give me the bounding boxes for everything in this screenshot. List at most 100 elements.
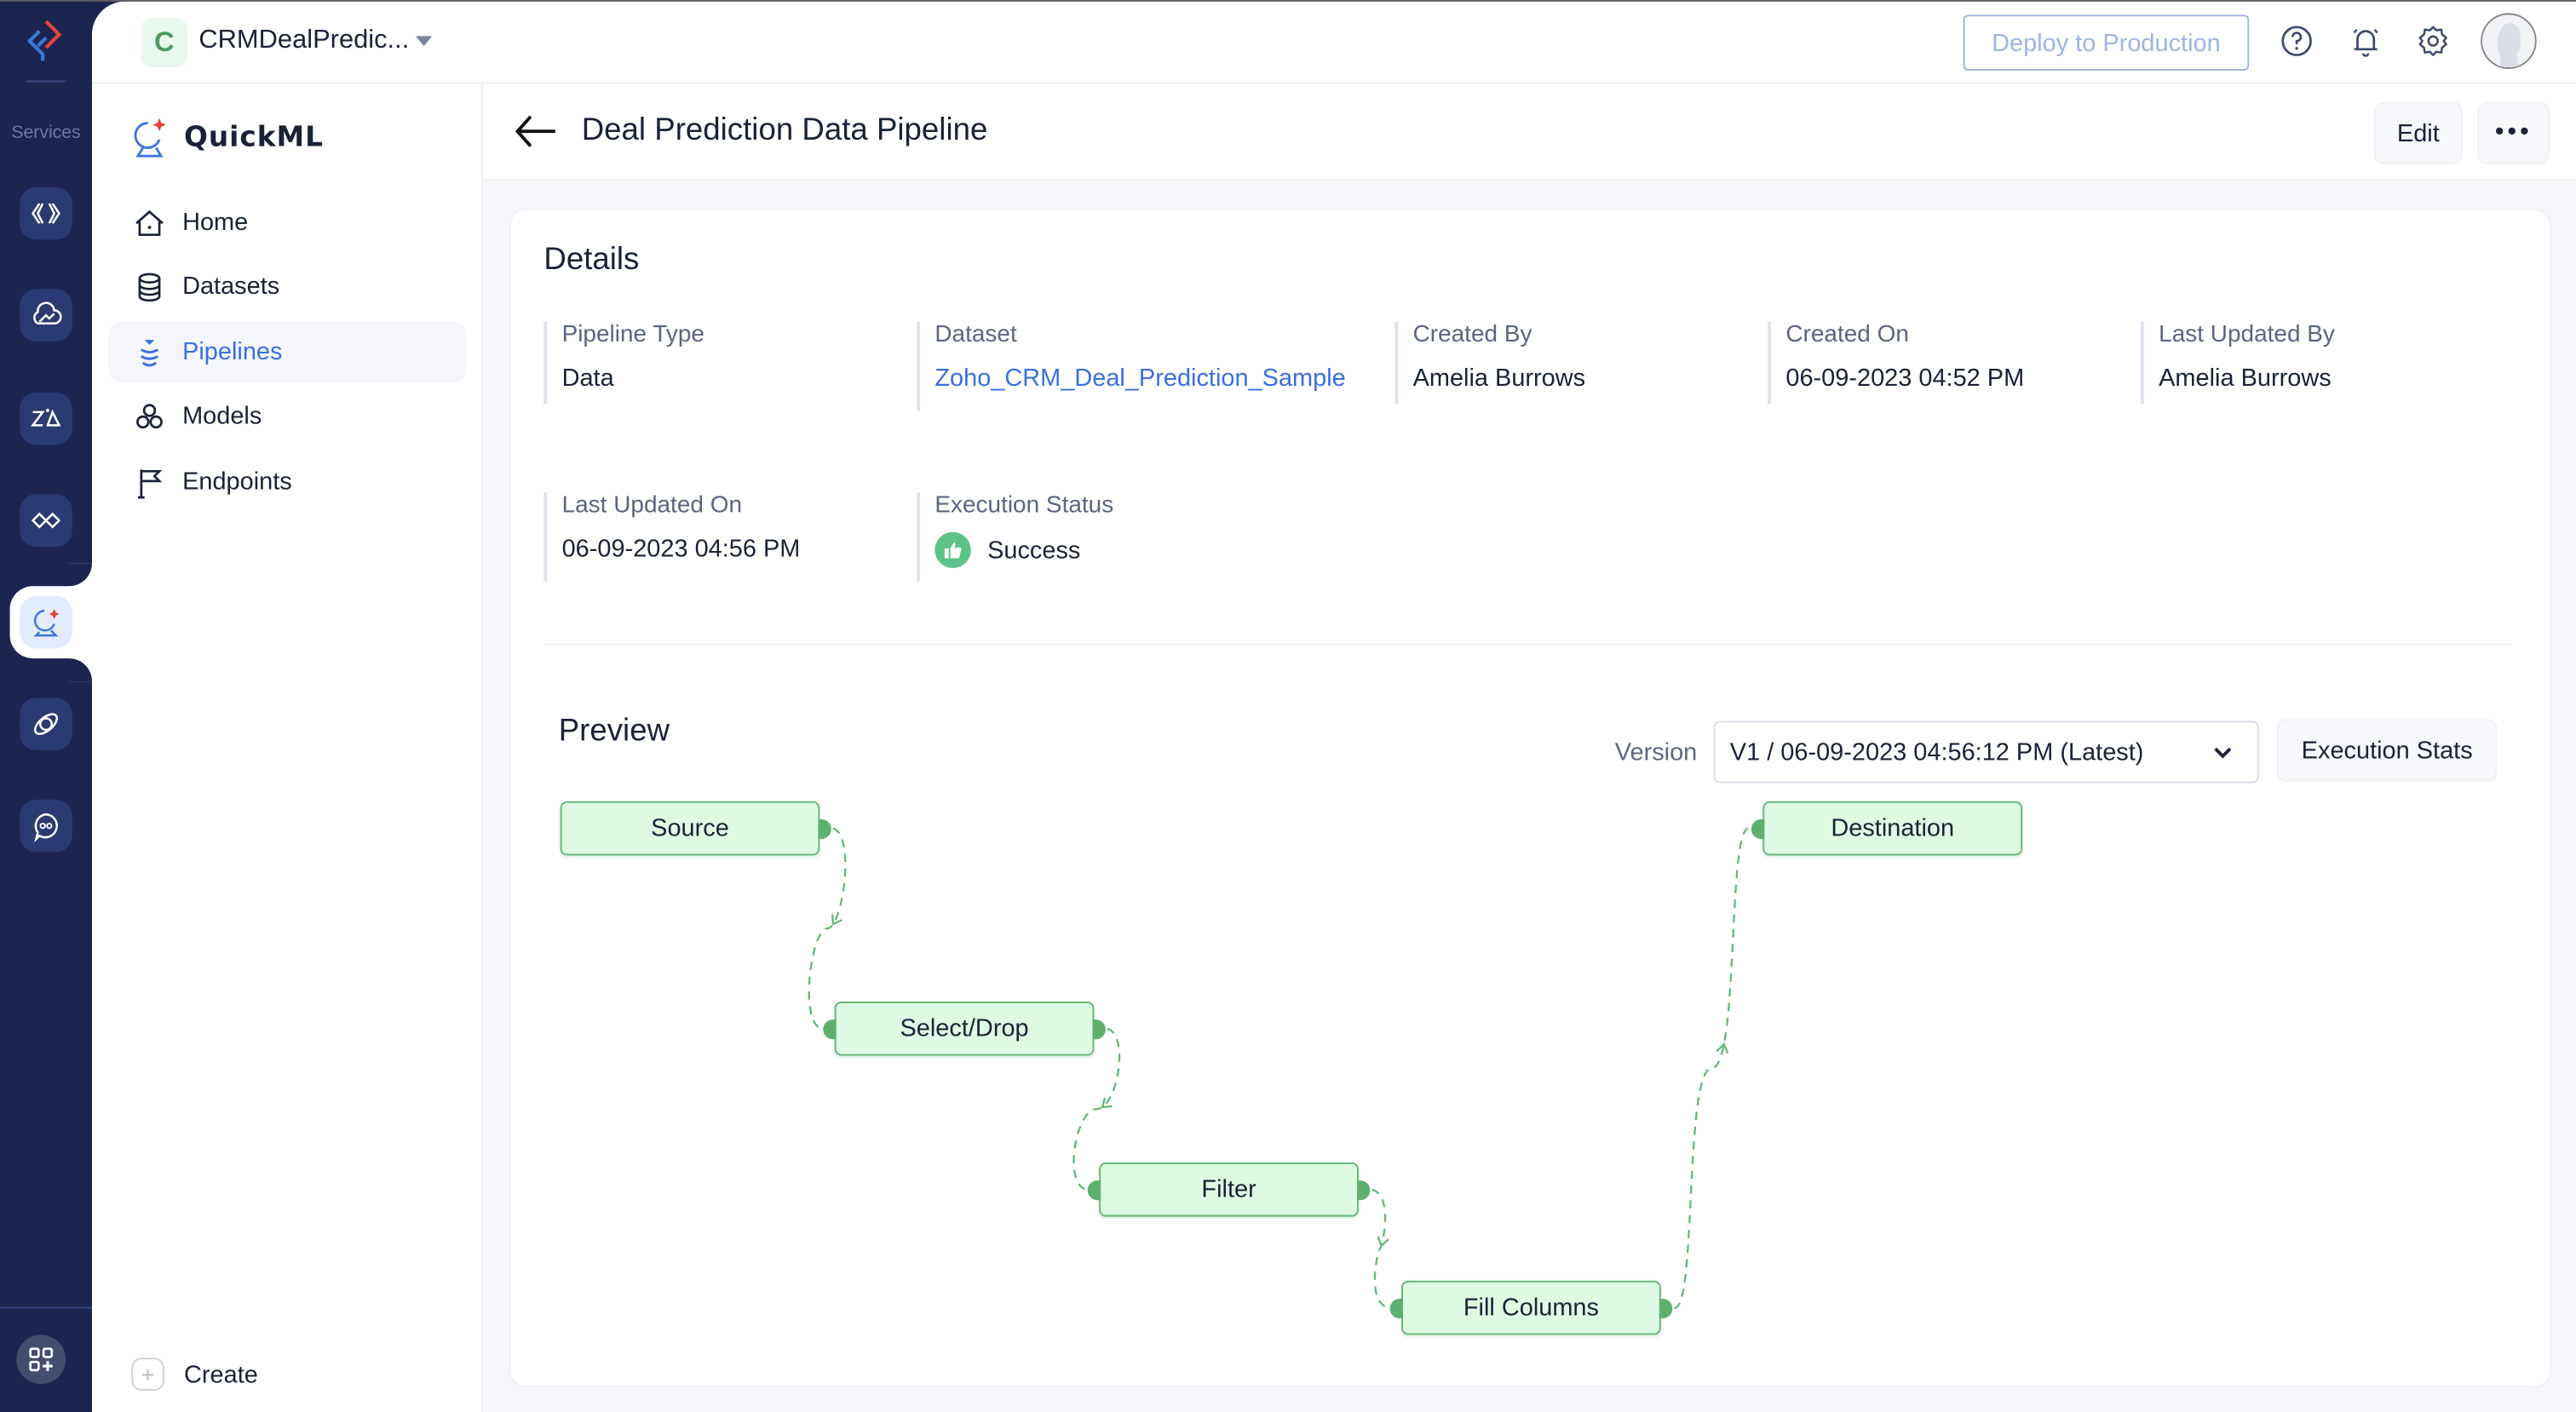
services-rail: Services: [0, 1, 92, 1412]
sidebar-item-label: Models: [182, 402, 262, 431]
handshake-icon: [31, 512, 61, 529]
rail-item-orbit[interactable]: [20, 697, 72, 751]
chevron-down-icon: [2214, 747, 2232, 759]
field-last-updated-on: Last Updated On 06-09-2023 04:56 PM: [543, 492, 801, 582]
sidebar-item-home[interactable]: Home: [108, 192, 466, 253]
sidebar-item-models[interactable]: Models: [108, 386, 466, 446]
more-options-button[interactable]: •••: [2477, 101, 2550, 164]
page-header: Deal Prediction Data Pipeline Edit •••: [482, 83, 2576, 181]
app-shell: C CRMDealPredic... Deploy to Production …: [91, 1, 2576, 1412]
zia-icon: [31, 409, 61, 427]
project-avatar[interactable]: C: [141, 18, 187, 68]
models-icon: [136, 403, 163, 428]
app-window: Services C CRMDealPredic... Deploy to Pr…: [0, 0, 2576, 1412]
flow-node-destination[interactable]: Destination: [1751, 801, 2023, 856]
orbit-link-icon: [33, 713, 59, 736]
rail-item-cloud[interactable]: [20, 289, 72, 342]
sidebar-item-label: Home: [182, 208, 249, 237]
rail-bottom-divider: [0, 1306, 92, 1309]
user-silhouette-icon: [2482, 14, 2535, 68]
home-icon: [135, 209, 164, 236]
create-button[interactable]: + Create: [131, 1357, 258, 1391]
catalyst-logo-icon[interactable]: [23, 18, 69, 64]
quickml-logo-icon: [134, 118, 166, 158]
rail-item-chat[interactable]: [20, 799, 72, 852]
node-label: Source: [651, 814, 729, 843]
version-value: V1 / 06-09-2023 04:56:12 PM (Latest): [1729, 738, 2144, 766]
details-title: Details: [543, 243, 640, 278]
field-label: Pipeline Type: [561, 321, 704, 348]
field-label: Created On: [1785, 321, 1909, 348]
sidebar-item-datasets[interactable]: Datasets: [108, 256, 466, 317]
help-icon[interactable]: [2279, 23, 2314, 59]
status-badge: Success: [934, 531, 1113, 569]
flow-node-select-drop[interactable]: Select/Drop: [823, 1002, 1106, 1056]
input-port[interactable]: [1751, 818, 1765, 839]
field-label: Last Updated By: [2159, 321, 2335, 348]
section-divider: [543, 643, 2512, 646]
sidebar-item-endpoints[interactable]: Endpoints: [108, 451, 466, 512]
node-label: Select/Drop: [900, 1014, 1029, 1043]
sidebar: QuickML Home Datasets Pipelines Models E…: [91, 83, 483, 1412]
field-created-on: Created On 06-09-2023 04:52 PM: [1768, 321, 2025, 405]
user-avatar[interactable]: [2481, 13, 2537, 69]
field-created-by: Created By Amelia Burrows: [1394, 321, 1586, 405]
flow-edge: [808, 827, 847, 1030]
field-value: 06-09-2023 04:52 PM: [1785, 364, 2025, 393]
deploy-to-production-button[interactable]: Deploy to Production: [1963, 14, 2250, 71]
rail-item-handshake[interactable]: [20, 494, 72, 547]
dataset-link[interactable]: Zoho_CRM_Deal_Prediction_Sample: [934, 364, 1345, 393]
edit-button[interactable]: Edit: [2373, 101, 2463, 164]
chat-bot-icon: [34, 812, 58, 843]
caret-down-icon[interactable]: [415, 36, 433, 46]
input-port[interactable]: [1389, 1298, 1403, 1318]
main-content: Deal Prediction Data Pipeline Edit ••• D…: [482, 83, 2576, 1412]
field-value: Amelia Burrows: [2159, 364, 2332, 393]
rail-item-code[interactable]: [20, 187, 72, 240]
database-icon: [138, 272, 161, 301]
flow-node-source[interactable]: Source: [560, 801, 831, 856]
version-label: Version: [1614, 738, 1698, 767]
project-selector[interactable]: CRMDealPredic...: [198, 26, 409, 56]
pipeline-icon: [141, 339, 158, 366]
rail-item-quickml[interactable]: [20, 595, 72, 649]
flow-edge-arrowhead: [1377, 1236, 1390, 1248]
rail-divider: [26, 80, 66, 83]
pipeline-flow-diagram: Source Select/Drop Filter Fill Columns D…: [511, 768, 2548, 1386]
brand-name: QuickML: [183, 121, 324, 155]
sidebar-item-pipelines[interactable]: Pipelines: [108, 321, 467, 383]
field-label: Execution Status: [934, 492, 1114, 519]
node-label: Fill Columns: [1463, 1294, 1599, 1322]
field-label: Dataset: [934, 321, 1017, 348]
quickml-brand[interactable]: QuickML: [131, 117, 324, 159]
apps-add-button[interactable]: [16, 1335, 66, 1385]
node-label: Destination: [1831, 814, 1955, 843]
bell-icon[interactable]: [2348, 23, 2383, 59]
field-value: Amelia Burrows: [1412, 364, 1586, 393]
gear-icon[interactable]: [2415, 23, 2451, 59]
sidebar-item-label: Pipelines: [182, 338, 283, 366]
field-value: 06-09-2023 04:56 PM: [561, 535, 801, 564]
input-port[interactable]: [823, 1019, 837, 1039]
rail-item-zia[interactable]: [20, 392, 72, 445]
apps-add-icon: [29, 1347, 54, 1372]
field-value: Data: [561, 364, 614, 393]
flow-node-fill-columns[interactable]: Fill Columns: [1389, 1280, 1673, 1335]
thumbs-up-icon: [934, 531, 971, 569]
field-last-updated-by: Last Updated By Amelia Burrows: [2140, 321, 2335, 405]
back-arrow-icon[interactable]: [513, 112, 559, 151]
services-label: Services: [11, 123, 81, 143]
quickml-icon: [33, 609, 60, 637]
create-label: Create: [183, 1360, 258, 1389]
field-label: Last Updated On: [561, 492, 743, 519]
input-port[interactable]: [1087, 1180, 1101, 1200]
field-dataset: Dataset Zoho_CRM_Deal_Prediction_Sample: [917, 321, 1346, 410]
field-label: Created By: [1412, 321, 1532, 348]
preview-title: Preview: [558, 714, 670, 749]
flag-icon: [137, 468, 163, 498]
sidebar-item-label: Datasets: [182, 273, 280, 301]
plus-icon: +: [131, 1357, 164, 1391]
cloud-analytics-icon: [33, 301, 62, 325]
flow-node-filter[interactable]: Filter: [1087, 1162, 1371, 1217]
node-label: Filter: [1201, 1175, 1256, 1204]
